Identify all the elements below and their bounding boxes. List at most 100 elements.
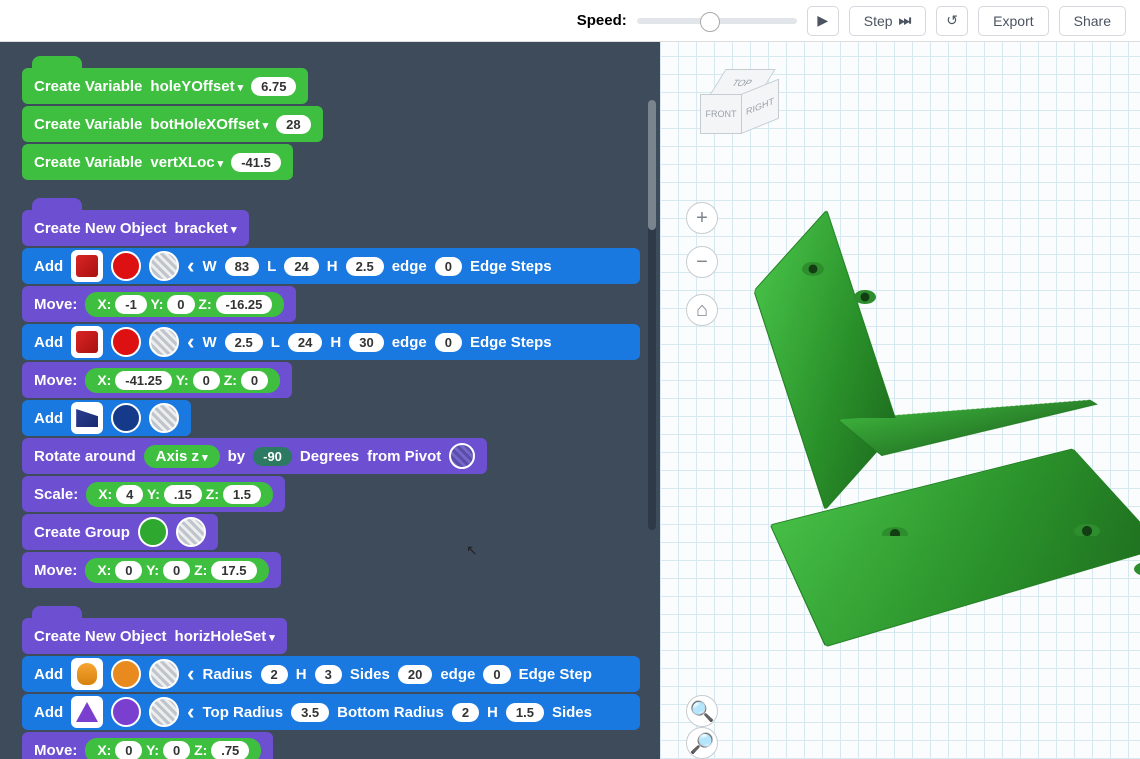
blocks-canvas[interactable]: Create Variable holeYOffset 6.75 Create … xyxy=(0,42,660,759)
y-input[interactable]: 0 xyxy=(163,741,190,759)
magnify-out-button[interactable]: 🔎 xyxy=(686,727,718,759)
color-swatch-solid[interactable] xyxy=(111,403,141,433)
radius-input[interactable]: 2 xyxy=(261,665,288,684)
home-view-button[interactable]: ⌂ xyxy=(686,294,718,326)
pivot-swatch[interactable] xyxy=(449,443,475,469)
viewport-3d[interactable]: TOP FRONT RIGHT + − ⌂ 🔍 🔎 xyxy=(660,42,1140,759)
object-name-dropdown[interactable]: bracket xyxy=(175,220,237,237)
sides-input[interactable]: 20 xyxy=(398,665,432,684)
chevron-left-icon[interactable]: ‹ xyxy=(187,699,194,725)
shape-wedge-icon[interactable] xyxy=(71,402,103,434)
color-swatch-solid[interactable] xyxy=(111,251,141,281)
variable-name-dropdown[interactable]: holeYOffset xyxy=(150,78,243,95)
add-block[interactable]: Add ‹ W2.5 L24 H30 edge0 Edge Steps xyxy=(22,324,640,360)
z-input[interactable]: .75 xyxy=(211,741,249,759)
create-variable-block[interactable]: Create Variable holeYOffset 6.75 xyxy=(22,68,308,104)
chevron-left-icon[interactable]: ‹ xyxy=(187,661,194,687)
height-input[interactable]: 3 xyxy=(315,665,342,684)
add-block[interactable]: Add ‹ Top Radius3.5 Bottom Radius2 H1.5 … xyxy=(22,694,640,730)
color-swatch-hole[interactable] xyxy=(149,251,179,281)
color-swatch-solid[interactable] xyxy=(138,517,168,547)
length-input[interactable]: 24 xyxy=(284,257,318,276)
shape-cone-icon[interactable] xyxy=(71,696,103,728)
speed-slider[interactable] xyxy=(637,18,797,24)
shape-cylinder-icon[interactable] xyxy=(71,658,103,690)
scale-xyz-wrap: X: 4 Y: .15 Z: 1.5 xyxy=(86,482,273,507)
edge-input[interactable]: 0 xyxy=(435,333,462,352)
shape-box-icon[interactable] xyxy=(71,326,103,358)
z-input[interactable]: 17.5 xyxy=(211,561,256,580)
scrollbar-thumb[interactable] xyxy=(648,100,656,230)
shape-box-icon[interactable] xyxy=(71,250,103,282)
rotate-block[interactable]: Rotate around Axis z by -90 Degrees from… xyxy=(22,438,487,474)
variable-value-input[interactable]: 6.75 xyxy=(251,77,296,96)
variable-value-input[interactable]: -41.5 xyxy=(231,153,281,172)
x-input[interactable]: 0 xyxy=(115,561,142,580)
axis-dropdown[interactable]: Axis z xyxy=(144,445,220,468)
create-new-object-block[interactable]: Create New Object horizHoleSet xyxy=(22,618,287,654)
y-input[interactable]: 0 xyxy=(163,561,190,580)
chevron-left-icon[interactable]: ‹ xyxy=(187,329,194,355)
scale-z-input[interactable]: 1.5 xyxy=(223,485,261,504)
variable-value-input[interactable]: 28 xyxy=(276,115,310,134)
move-block[interactable]: Move: X: 0 Y: 0 Z: .75 xyxy=(22,732,273,759)
z-label: Z: xyxy=(194,742,207,758)
x-input[interactable]: 0 xyxy=(115,741,142,759)
color-swatch-hole[interactable] xyxy=(149,403,179,433)
z-label: Z: xyxy=(198,296,211,312)
height-input[interactable]: 2.5 xyxy=(346,257,384,276)
add-block[interactable]: Add ‹ W83 L24 H2.5 edge0 Edge Steps xyxy=(22,248,640,284)
create-variable-block[interactable]: Create Variable botHoleXOffset 28 xyxy=(22,106,323,142)
scale-x-input[interactable]: 4 xyxy=(116,485,143,504)
step-button[interactable]: Step ⏭ xyxy=(849,6,926,36)
move-block[interactable]: Move: X: 0 Y: 0 Z: 17.5 xyxy=(22,552,281,588)
move-block[interactable]: Move: X: -41.25 Y: 0 Z: 0 xyxy=(22,362,292,398)
object-name-dropdown[interactable]: horizHoleSet xyxy=(175,628,275,645)
height-input[interactable]: 30 xyxy=(349,333,383,352)
share-button[interactable]: Share xyxy=(1059,6,1126,36)
height-input[interactable]: 1.5 xyxy=(506,703,544,722)
color-swatch-hole[interactable] xyxy=(176,517,206,547)
export-button[interactable]: Export xyxy=(978,6,1048,36)
z-input[interactable]: 0 xyxy=(241,371,268,390)
color-swatch-solid[interactable] xyxy=(111,697,141,727)
bottom-radius-input[interactable]: 2 xyxy=(452,703,479,722)
chevron-left-icon[interactable]: ‹ xyxy=(187,253,194,279)
move-label: Move: xyxy=(34,372,77,389)
x-input[interactable]: -1 xyxy=(115,295,147,314)
color-swatch-hole[interactable] xyxy=(149,697,179,727)
y-input[interactable]: 0 xyxy=(193,371,220,390)
viewcube[interactable]: TOP FRONT RIGHT xyxy=(700,68,780,148)
x-input[interactable]: -41.25 xyxy=(115,371,172,390)
color-swatch-solid[interactable] xyxy=(111,659,141,689)
add-block[interactable]: Add ‹ Radius2 H3 Sides20 edge0 Edge Step xyxy=(22,656,640,692)
variable-name-dropdown[interactable]: vertXLoc xyxy=(150,154,223,171)
scale-block[interactable]: Scale: X: 4 Y: .15 Z: 1.5 xyxy=(22,476,285,512)
degrees-input[interactable]: -90 xyxy=(253,447,292,466)
z-input[interactable]: -16.25 xyxy=(216,295,273,314)
edge-input[interactable]: 0 xyxy=(435,257,462,276)
create-variable-block[interactable]: Create Variable vertXLoc -41.5 xyxy=(22,144,293,180)
top-radius-input[interactable]: 3.5 xyxy=(291,703,329,722)
move-block[interactable]: Move: X: -1 Y: 0 Z: -16.25 xyxy=(22,286,296,322)
create-new-object-block[interactable]: Create New Object bracket xyxy=(22,210,249,246)
variable-name-dropdown[interactable]: botHoleXOffset xyxy=(150,116,268,133)
scale-y-input[interactable]: .15 xyxy=(164,485,202,504)
play-button[interactable]: ▶ xyxy=(807,6,839,36)
reset-button[interactable]: ↺ xyxy=(936,6,968,36)
width-input[interactable]: 83 xyxy=(225,257,259,276)
zoom-in-button[interactable]: + xyxy=(686,202,718,234)
edge-input[interactable]: 0 xyxy=(483,665,510,684)
create-group-block[interactable]: Create Group xyxy=(22,514,218,550)
magnify-in-button[interactable]: 🔍 xyxy=(686,695,718,727)
viewcube-front[interactable]: FRONT xyxy=(700,94,742,134)
color-swatch-hole[interactable] xyxy=(149,659,179,689)
width-input[interactable]: 2.5 xyxy=(225,333,263,352)
add-block[interactable]: Add xyxy=(22,400,191,436)
color-swatch-solid[interactable] xyxy=(111,327,141,357)
length-input[interactable]: 24 xyxy=(288,333,322,352)
color-swatch-hole[interactable] xyxy=(149,327,179,357)
y-input[interactable]: 0 xyxy=(167,295,194,314)
y-label: Y: xyxy=(146,742,159,758)
zoom-out-button[interactable]: − xyxy=(686,246,718,278)
